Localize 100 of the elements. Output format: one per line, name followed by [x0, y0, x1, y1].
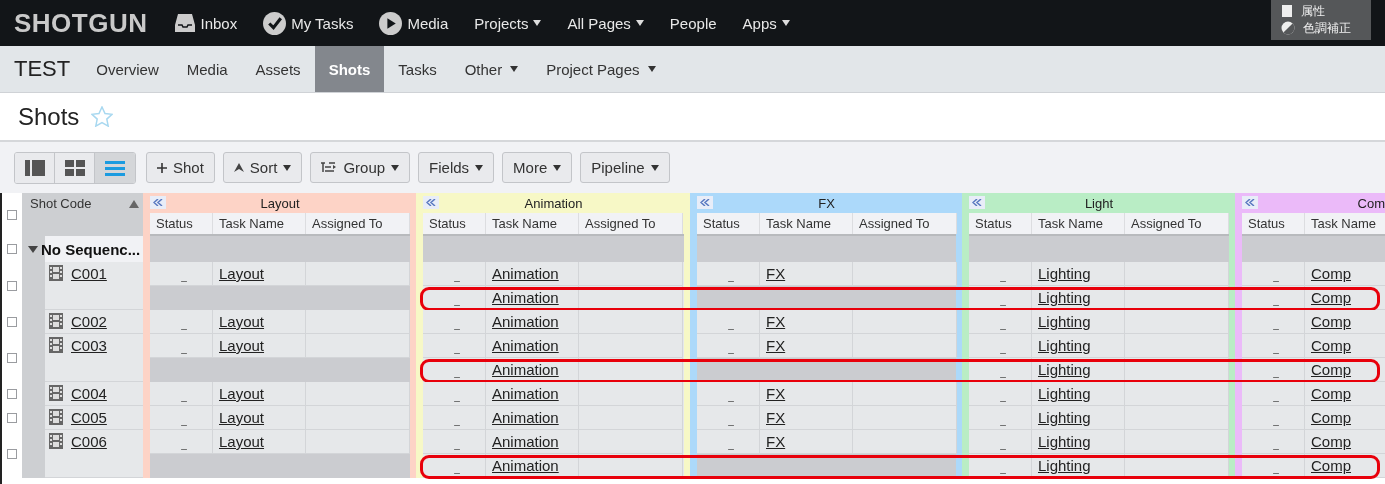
- top-nav-link[interactable]: Projects: [474, 14, 542, 32]
- task-link[interactable]: Animation: [492, 265, 559, 282]
- nav-tab[interactable]: Shots: [314, 46, 385, 92]
- nav-tab[interactable]: Media: [172, 46, 242, 92]
- expand-caret-icon[interactable]: [28, 245, 38, 253]
- top-nav-link[interactable]: Apps: [742, 14, 790, 32]
- shot-link[interactable]: C006: [71, 433, 107, 450]
- task-link[interactable]: Lighting: [1038, 457, 1091, 474]
- task-link[interactable]: Comp: [1311, 457, 1351, 474]
- menu-item[interactable]: 色調補正: [1281, 20, 1363, 36]
- task-link[interactable]: Comp: [1311, 433, 1351, 450]
- nav-tab[interactable]: Assets: [241, 46, 315, 92]
- task-link[interactable]: FX: [766, 337, 786, 354]
- task-link[interactable]: Comp: [1311, 337, 1351, 354]
- column-header[interactable]: Task Name: [1305, 213, 1385, 234]
- collapse-icon[interactable]: [1242, 196, 1258, 209]
- shot-link[interactable]: C004: [71, 385, 107, 402]
- shot-link[interactable]: C002: [71, 313, 107, 330]
- task-link[interactable]: Lighting: [1038, 265, 1091, 282]
- checkbox[interactable]: [7, 244, 17, 254]
- shot-link[interactable]: C003: [71, 337, 107, 354]
- task-link[interactable]: Animation: [492, 313, 559, 330]
- task-link[interactable]: FX: [766, 385, 786, 402]
- task-link[interactable]: Animation: [492, 361, 559, 378]
- column-header[interactable]: Task Name: [760, 213, 853, 234]
- task-link[interactable]: Layout: [219, 385, 265, 402]
- column-header[interactable]: Assigned To: [306, 213, 410, 234]
- shot-link[interactable]: C005: [71, 409, 107, 426]
- checkbox[interactable]: [7, 317, 17, 327]
- task-link[interactable]: Comp: [1311, 361, 1351, 378]
- task-link[interactable]: Lighting: [1038, 361, 1091, 378]
- task-link[interactable]: Lighting: [1038, 385, 1091, 402]
- task-link[interactable]: Layout: [219, 409, 265, 426]
- collapse-icon[interactable]: [423, 196, 439, 209]
- column-header[interactable]: Assigned To: [579, 213, 683, 234]
- column-header[interactable]: Status: [969, 213, 1032, 234]
- checkbox[interactable]: [7, 209, 17, 220]
- task-link[interactable]: Lighting: [1038, 433, 1091, 450]
- task-link[interactable]: Animation: [492, 337, 559, 354]
- collapse-icon[interactable]: [969, 196, 985, 209]
- task-link[interactable]: FX: [766, 313, 786, 330]
- column-header[interactable]: Status: [423, 213, 486, 234]
- toolbar-button[interactable]: Fields: [418, 152, 495, 183]
- collapse-icon[interactable]: [150, 196, 166, 209]
- top-nav-link[interactable]: Media: [379, 11, 449, 35]
- task-link[interactable]: Animation: [492, 457, 559, 474]
- toolbar-button[interactable]: More: [502, 152, 573, 183]
- checkbox[interactable]: [7, 281, 17, 291]
- task-link[interactable]: Comp: [1311, 289, 1351, 306]
- checkbox[interactable]: [7, 389, 17, 399]
- checkbox[interactable]: [7, 413, 17, 423]
- toolbar-button[interactable]: Sort: [222, 152, 303, 183]
- top-nav-link[interactable]: All Pages: [567, 14, 644, 32]
- toolbar-button[interactable]: Pipeline: [580, 152, 670, 183]
- column-header[interactable]: Task Name: [1032, 213, 1125, 234]
- top-nav-link[interactable]: My Tasks: [263, 11, 354, 35]
- task-link[interactable]: Layout: [219, 433, 265, 450]
- task-link[interactable]: Layout: [219, 265, 265, 282]
- nav-tab[interactable]: Tasks: [384, 46, 451, 92]
- task-link[interactable]: Comp: [1311, 409, 1351, 426]
- task-link[interactable]: Lighting: [1038, 313, 1091, 330]
- checkbox[interactable]: [7, 449, 17, 459]
- column-header[interactable]: Assigned To: [1125, 213, 1229, 234]
- task-link[interactable]: Layout: [219, 337, 265, 354]
- nav-tab[interactable]: Other: [450, 46, 533, 92]
- task-link[interactable]: Comp: [1311, 265, 1351, 282]
- task-link[interactable]: FX: [766, 433, 786, 450]
- view-mode-button[interactable]: [55, 152, 95, 183]
- task-link[interactable]: Animation: [492, 433, 559, 450]
- task-link[interactable]: Animation: [492, 385, 559, 402]
- task-link[interactable]: Animation: [492, 409, 559, 426]
- shotgun-logo[interactable]: SHOTGUN: [14, 7, 148, 39]
- star-icon[interactable]: [91, 106, 114, 127]
- shot-link[interactable]: C001: [71, 265, 107, 282]
- column-header[interactable]: Status: [1242, 213, 1305, 234]
- task-link[interactable]: Animation: [492, 289, 559, 306]
- nav-tab[interactable]: Project Pages: [532, 46, 670, 92]
- task-link[interactable]: Comp: [1311, 385, 1351, 402]
- task-link[interactable]: Lighting: [1038, 409, 1091, 426]
- task-link[interactable]: FX: [766, 409, 786, 426]
- column-header[interactable]: Shot Code: [22, 193, 143, 236]
- top-nav-link[interactable]: Inbox: [173, 12, 238, 34]
- view-mode-button[interactable]: [15, 152, 55, 183]
- checkbox[interactable]: [7, 353, 17, 363]
- toolbar-button[interactable]: Group: [310, 152, 411, 183]
- task-link[interactable]: Comp: [1311, 313, 1351, 330]
- collapse-icon[interactable]: [697, 196, 713, 209]
- toolbar-button[interactable]: Shot: [146, 152, 215, 183]
- column-header[interactable]: Task Name: [486, 213, 579, 234]
- task-link[interactable]: FX: [766, 265, 786, 282]
- nav-tab[interactable]: Overview: [82, 46, 173, 92]
- top-nav-link[interactable]: People: [669, 14, 717, 32]
- task-link[interactable]: Layout: [219, 313, 265, 330]
- column-header[interactable]: Status: [697, 213, 760, 234]
- column-header[interactable]: Task Name: [213, 213, 306, 234]
- menu-item[interactable]: 属性: [1281, 3, 1363, 19]
- column-header[interactable]: Assigned To: [853, 213, 957, 234]
- column-header[interactable]: Status: [150, 213, 213, 234]
- task-link[interactable]: Lighting: [1038, 337, 1091, 354]
- task-link[interactable]: Lighting: [1038, 289, 1091, 306]
